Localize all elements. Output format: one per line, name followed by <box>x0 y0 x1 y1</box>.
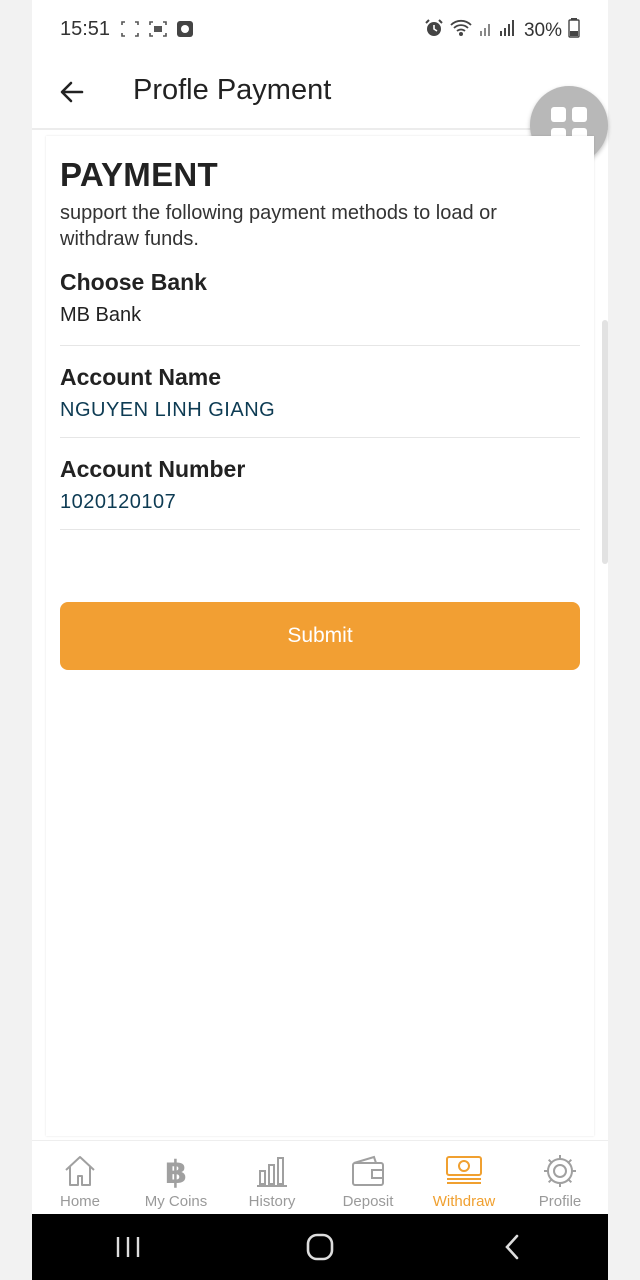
bar-chart-icon <box>257 1157 287 1187</box>
choose-bank-value[interactable]: MB Bank <box>60 304 580 327</box>
cash-icon <box>446 1156 482 1184</box>
back-chevron-icon <box>505 1234 519 1260</box>
scrollbar[interactable] <box>602 320 608 564</box>
account-number-value[interactable]: 1020120107 <box>60 491 580 514</box>
page-title: Profle Payment <box>133 74 332 106</box>
battery-icon <box>568 18 580 44</box>
submit-button[interactable]: Submit <box>60 602 580 670</box>
app-frame: 15:51 30% Profle Payment PAYMENT support… <box>32 0 608 1280</box>
back-arrow-icon[interactable] <box>56 76 88 108</box>
nav-label-my-coins: My Coins <box>144 1193 208 1210</box>
nav-item-profile[interactable]: Profile <box>512 1141 608 1215</box>
account-name-value[interactable]: NGUYEN LINH GIANG <box>60 399 580 422</box>
app-bar: Profle Payment <box>32 58 608 130</box>
nav-item-my-coins[interactable]: ฿ My Coins <box>128 1141 224 1215</box>
home-circle-icon <box>306 1233 334 1261</box>
status-bar: 15:51 30% <box>32 0 608 58</box>
bottom-nav: Home ฿ My Coins History Deposit Withdraw… <box>32 1140 608 1215</box>
recent-apps-button[interactable] <box>98 1227 158 1267</box>
nav-label-withdraw: Withdraw <box>432 1193 496 1210</box>
payment-card: PAYMENT support the following payment me… <box>46 136 594 1136</box>
back-system-button[interactable] <box>482 1227 542 1267</box>
app-notification-icon <box>176 20 194 43</box>
wifi-icon <box>450 18 472 44</box>
nav-label-home: Home <box>59 1193 100 1210</box>
alarm-icon <box>424 18 444 44</box>
account-name-label: Account Name <box>60 364 222 390</box>
wallet-icon <box>352 1155 384 1186</box>
account-name-field[interactable]: Account Name NGUYEN LINH GIANG <box>60 364 580 438</box>
choose-bank-field[interactable]: Choose Bank MB Bank <box>60 269 580 346</box>
screenshot-icon <box>120 20 140 43</box>
battery-percent: 30% <box>523 20 562 41</box>
nav-item-home[interactable]: Home <box>32 1141 128 1215</box>
account-number-field[interactable]: Account Number 1020120107 <box>60 456 580 530</box>
home-icon <box>65 1156 95 1186</box>
nav-label-profile: Profile <box>538 1193 582 1210</box>
status-system-icons: 30% <box>424 18 580 44</box>
bitcoin-icon: ฿ <box>165 1153 187 1189</box>
home-system-button[interactable] <box>290 1227 350 1267</box>
system-nav-bar <box>32 1214 608 1280</box>
payment-heading: PAYMENT <box>60 156 218 193</box>
nav-label-history: History <box>248 1193 296 1210</box>
svg-text:฿: ฿ <box>165 1153 187 1189</box>
status-time: 15:51 <box>60 18 111 40</box>
nav-item-withdraw[interactable]: Withdraw <box>416 1141 512 1215</box>
recent-apps-icon <box>116 1237 140 1257</box>
nav-item-deposit[interactable]: Deposit <box>320 1141 416 1215</box>
payment-description: support the following payment methods to… <box>60 202 497 250</box>
signal-icon <box>478 19 518 43</box>
status-notification-icons <box>120 20 194 43</box>
screen-record-icon <box>148 20 168 43</box>
nav-label-deposit: Deposit <box>342 1193 394 1210</box>
choose-bank-label: Choose Bank <box>60 269 207 295</box>
account-number-label: Account Number <box>60 456 246 482</box>
gear-icon <box>544 1155 576 1187</box>
nav-item-history[interactable]: History <box>224 1141 320 1215</box>
